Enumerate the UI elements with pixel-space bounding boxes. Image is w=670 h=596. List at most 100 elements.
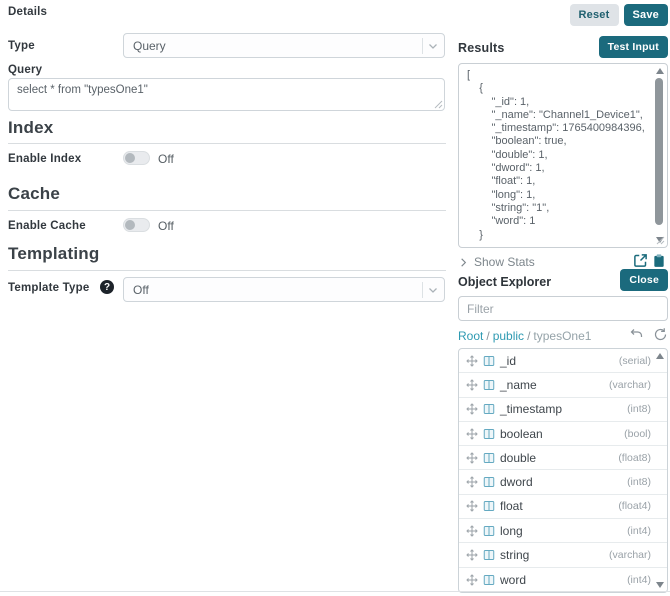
column-icon	[483, 549, 495, 561]
enable-index-state: Off	[158, 152, 174, 166]
divider	[8, 270, 446, 271]
template-type-label: Template Type	[8, 282, 90, 294]
field-name: _name	[500, 377, 537, 392]
results-title: Results	[458, 41, 505, 55]
column-icon	[483, 403, 495, 415]
field-name: word	[500, 572, 527, 587]
save-button[interactable]: Save	[623, 4, 668, 26]
drag-handle-icon[interactable]	[466, 452, 478, 464]
query-textarea[interactable]: select * from "typesOne1"	[8, 78, 445, 111]
scroll-up-icon[interactable]	[656, 68, 664, 74]
copy-clipboard-icon[interactable]	[652, 253, 667, 268]
type-select[interactable]: Query	[123, 33, 445, 58]
enable-index-label: Enable Index	[8, 153, 82, 165]
field-list: _id (serial) _name (varchar) _timestamp …	[458, 348, 668, 593]
scroll-down-icon[interactable]	[656, 581, 664, 588]
field-row[interactable]: _id (serial)	[459, 349, 667, 374]
drag-handle-icon[interactable]	[466, 379, 478, 391]
field-name: _id	[500, 353, 517, 368]
column-icon	[483, 574, 495, 586]
field-row[interactable]: string (varchar)	[459, 543, 667, 568]
field-row[interactable]: dword (int8)	[459, 470, 667, 495]
resize-grip-icon[interactable]	[434, 100, 443, 109]
field-type: (int8)	[627, 476, 651, 489]
results-scrollbar[interactable]	[654, 66, 665, 245]
chevron-down-icon	[422, 38, 438, 54]
results-json: [ { "_id": 1, "_name": "Channel1_Device1…	[467, 69, 645, 242]
field-row[interactable]: boolean (bool)	[459, 422, 667, 447]
templating-section-title: Templating	[8, 244, 100, 263]
field-type: (bool)	[624, 427, 651, 440]
field-name: string	[500, 548, 530, 563]
column-icon	[483, 428, 495, 440]
reset-button[interactable]: Reset	[569, 4, 619, 26]
field-type: (float8)	[618, 451, 651, 464]
query-label: Query	[8, 64, 43, 76]
column-icon	[483, 452, 495, 464]
divider	[0, 591, 670, 592]
divider	[8, 143, 446, 144]
breadcrumb: Root / public / typesOne1	[458, 329, 591, 343]
column-icon	[483, 476, 495, 488]
field-name: _timestamp	[500, 402, 563, 417]
drag-handle-icon[interactable]	[466, 500, 478, 513]
field-name: long	[500, 523, 523, 538]
cache-section-title: Cache	[8, 184, 61, 203]
test-input-button[interactable]: Test Input	[598, 36, 668, 58]
results-panel: Reset Save Results Test Input [ { "_id":…	[458, 0, 668, 596]
column-icon	[483, 355, 495, 367]
field-row[interactable]: long (int4)	[459, 519, 667, 544]
breadcrumb-root-link[interactable]: Root	[458, 329, 483, 343]
results-output[interactable]: [ { "_id": 1, "_name": "Channel1_Device1…	[458, 63, 668, 248]
column-icon	[483, 525, 495, 537]
breadcrumb-separator: /	[486, 329, 490, 343]
chevron-right-icon	[461, 257, 467, 267]
divider	[8, 210, 446, 211]
drag-handle-icon[interactable]	[466, 476, 478, 488]
drag-handle-icon[interactable]	[466, 427, 478, 440]
template-type-select[interactable]: Off	[123, 277, 445, 302]
toggle-knob	[125, 220, 135, 230]
field-type: (serial)	[618, 354, 651, 367]
filter-input[interactable]	[458, 296, 668, 321]
field-row[interactable]: _name (varchar)	[459, 373, 667, 398]
drag-handle-icon[interactable]	[466, 354, 478, 367]
help-icon[interactable]: ?	[100, 280, 114, 294]
field-name: float	[500, 499, 523, 514]
field-type: (int8)	[627, 403, 651, 416]
field-name: boolean	[500, 426, 543, 441]
scroll-thumb[interactable]	[655, 78, 663, 225]
enable-index-toggle[interactable]	[123, 151, 150, 165]
column-icon	[483, 379, 495, 391]
field-name: dword	[500, 475, 533, 490]
drag-handle-icon[interactable]	[466, 403, 478, 415]
close-button[interactable]: Close	[620, 269, 668, 291]
enable-cache-state: Off	[158, 219, 174, 233]
scroll-up-icon[interactable]	[656, 353, 664, 359]
drag-handle-icon[interactable]	[466, 525, 478, 537]
drag-handle-icon[interactable]	[466, 549, 478, 561]
show-stats-label: Show Stats	[474, 255, 535, 269]
object-explorer-title: Object Explorer	[458, 275, 552, 289]
undo-icon[interactable]	[629, 327, 644, 342]
index-section-title: Index	[8, 118, 54, 137]
drag-handle-icon[interactable]	[466, 574, 478, 586]
template-type-value: Off	[133, 282, 149, 297]
field-row[interactable]: word (int4)	[459, 568, 667, 592]
field-row[interactable]: _timestamp (int8)	[459, 398, 667, 422]
enable-cache-toggle[interactable]	[123, 218, 150, 232]
resize-grip-icon[interactable]	[656, 236, 665, 245]
type-label: Type	[8, 40, 35, 52]
type-select-value: Query	[133, 38, 166, 53]
breadcrumb-schema-link[interactable]: public	[493, 329, 524, 343]
refresh-icon[interactable]	[653, 327, 668, 342]
open-external-icon[interactable]	[633, 253, 648, 268]
field-row[interactable]: float (float4)	[459, 495, 667, 520]
field-row[interactable]: double (float8)	[459, 446, 667, 471]
field-type: (float4)	[618, 500, 651, 513]
show-stats-toggle[interactable]: Show Stats	[458, 255, 535, 269]
field-type: (int4)	[627, 573, 651, 586]
chevron-down-icon	[422, 282, 438, 298]
details-panel: Details Type Query Query select * from "…	[8, 0, 446, 596]
field-type: (varchar)	[608, 378, 651, 391]
